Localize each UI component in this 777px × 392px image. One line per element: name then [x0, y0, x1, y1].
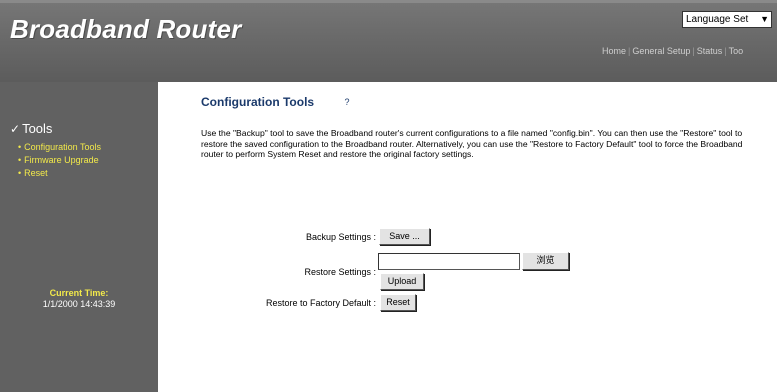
- header-highlight: [0, 0, 777, 3]
- main-content: Configuration Tools ? Use the "Backup" t…: [158, 82, 777, 392]
- backup-settings-label: Backup Settings :: [305, 232, 376, 242]
- checkmark-icon: ✓: [10, 122, 21, 136]
- save-button[interactable]: Save ...: [379, 228, 430, 245]
- nav-general-setup[interactable]: General Setup: [630, 46, 692, 56]
- sidebar-item-label: Reset: [24, 168, 48, 178]
- sidebar-section-label: Tools: [22, 121, 53, 136]
- bullet-icon: •: [18, 168, 22, 178]
- language-select[interactable]: Language Set ▼: [682, 11, 772, 28]
- brand-title: Broadband Router: [10, 14, 242, 44]
- browse-button[interactable]: 浏览: [522, 252, 569, 270]
- sidebar-item-label: Firmware Upgrade: [24, 155, 99, 165]
- factory-default-label: Restore to Factory Default :: [265, 298, 376, 308]
- current-time-label: Current Time:: [49, 288, 109, 298]
- bullet-icon: •: [18, 142, 22, 152]
- header-banner: Broadband Router Language Set ▼ Home | Gen…: [0, 0, 777, 82]
- nav-home[interactable]: Home: [600, 46, 628, 56]
- sidebar: ✓ Tools • Configuration Tools • Firmware Up…: [0, 82, 158, 392]
- sidebar-item-configuration-tools[interactable]: • Configuration Tools: [18, 142, 101, 152]
- sidebar-item-label: Configuration Tools: [24, 142, 102, 152]
- top-nav: Home | General Setup | Status | Too: [600, 46, 777, 60]
- restore-file-input[interactable]: [378, 253, 520, 270]
- page-title: Configuration Tools: [201, 95, 315, 109]
- sidebar-item-reset[interactable]: • Reset: [18, 168, 48, 178]
- reset-button[interactable]: Reset: [380, 294, 416, 311]
- sidebar-section-title: ✓ Tools: [10, 121, 52, 136]
- chevron-down-icon: ▼: [760, 14, 769, 24]
- sidebar-item-firmware-upgrade[interactable]: • Firmware Upgrade: [18, 155, 99, 165]
- upload-button[interactable]: Upload: [380, 273, 424, 290]
- nav-tools[interactable]: Too: [727, 46, 746, 56]
- help-icon[interactable]: ?: [342, 97, 352, 107]
- bullet-icon: •: [18, 155, 22, 165]
- page-description: Use the "Backup" tool to save the Broadb…: [201, 128, 743, 159]
- current-time-value: 1/1/2000 14:43:39: [42, 299, 116, 309]
- nav-status[interactable]: Status: [695, 46, 725, 56]
- restore-settings-label: Restore Settings :: [304, 267, 376, 277]
- language-select-value: Language Set: [686, 14, 749, 25]
